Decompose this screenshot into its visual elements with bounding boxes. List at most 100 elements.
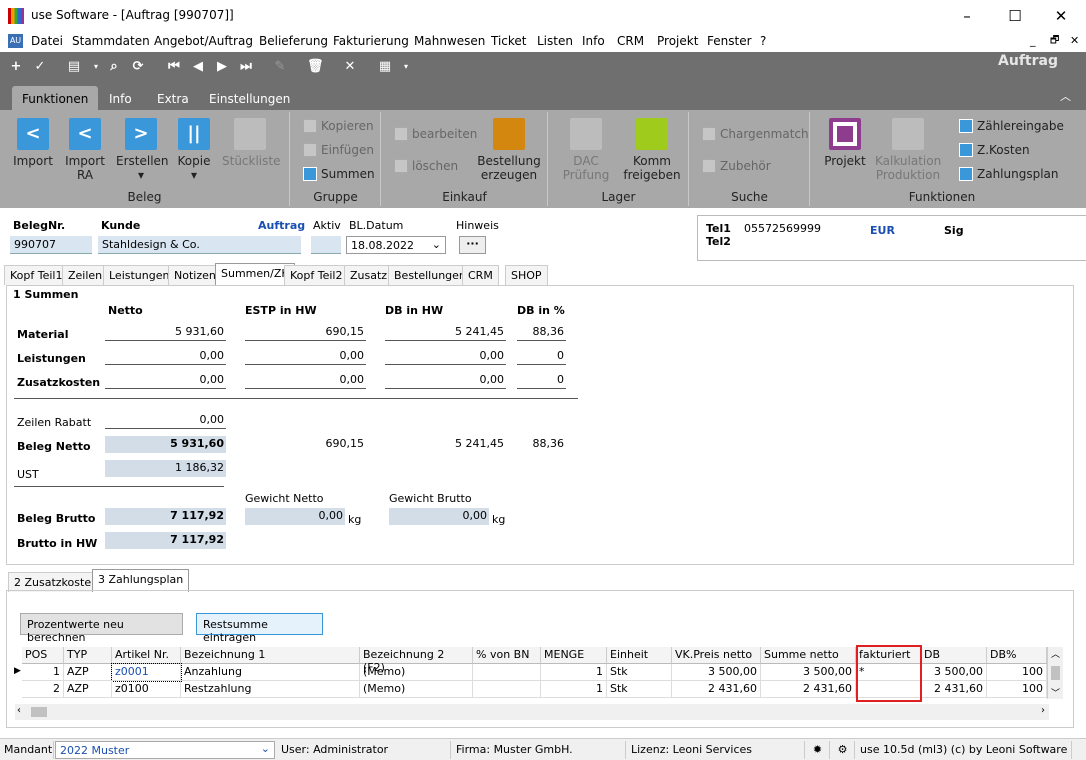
prozent-neu-button[interactable]: Prozentwerte neu berechnen [20,613,183,644]
mdi-minimize-button[interactable]: _ [1030,34,1036,47]
menu-item-listen[interactable]: Listen [537,34,573,48]
tab-zusatz[interactable]: Zusatz [344,265,394,285]
tab-zahlungsplan[interactable]: 3 Zahlungsplan [92,569,190,592]
tab-info[interactable]: Info [99,86,142,110]
grid-cell[interactable]: 1 [541,681,607,698]
grid-cell[interactable]: Anzahlung [181,664,360,681]
sum-dbp-cell[interactable]: 0 [517,372,566,389]
sum-netto-cell[interactable]: 0,00 [105,372,226,389]
mandant-select[interactable]: 2022 Muster ⌄ [55,741,275,759]
menu-item-info[interactable]: Info [582,34,605,48]
bug-icon[interactable]: ✹ [806,741,830,759]
tab-summen-zk[interactable]: Summen/ZK [215,263,295,286]
projekt-button[interactable]: Projekt [823,118,867,168]
menu-item-ticket[interactable]: Ticket [491,34,527,48]
menu-item-fakturierung[interactable]: Fakturierung [333,34,409,48]
belegnr-field[interactable]: 990707 [10,236,92,254]
grid-cell[interactable]: z0001 [111,663,182,682]
grid-cell[interactable]: 100 [987,664,1047,681]
grid-cell[interactable]: 2 [22,681,64,698]
minimize-button[interactable]: – [957,6,977,26]
menu-item-crm[interactable]: CRM [617,34,644,48]
tab-einstellungen[interactable]: Einstellungen [199,86,300,110]
zaehlereingabe-button[interactable]: Zählereingabe [957,116,1064,136]
restsumme-button[interactable]: Restsumme eintragen [196,613,323,644]
grid-cell[interactable]: Stk [607,681,672,698]
zahlungsplan-button[interactable]: Zahlungsplan [957,164,1059,184]
grid-header--von-bn[interactable]: % von BN [473,647,541,664]
horizontal-scrollbar[interactable]: ‹ › [15,704,1049,720]
search-icon[interactable]: ⌕ [106,59,122,75]
tab-leistungen[interactable]: Leistungen [103,265,176,285]
network-icon[interactable]: ⚙ [831,741,855,759]
grid-header-db[interactable]: DB% [987,647,1047,664]
grid-cell[interactable]: z0100 [112,681,181,698]
sum-dbp-cell[interactable]: 88,36 [517,324,566,341]
menu-item-belieferung[interactable]: Belieferung [259,34,328,48]
grid-cell[interactable]: 2 431,60 [672,681,761,698]
check-icon[interactable]: ✓ [32,59,48,75]
grid-cell[interactable]: Stk [607,664,672,681]
collapse-ribbon-icon[interactable]: ︿ [1060,88,1071,104]
sum-estp-cell[interactable]: 690,15 [245,324,366,341]
import-button[interactable]: < Import [12,118,54,168]
chevron-down-icon[interactable]: ⌄ [432,238,441,251]
zeilen-rabatt-value[interactable]: 0,00 [105,412,226,429]
grid-header-db[interactable]: DB [921,647,987,664]
bestellung-erzeugen-button[interactable]: Bestellung erzeugen [474,118,544,182]
refresh-icon[interactable]: ⟳ [130,59,146,75]
grid-cell[interactable]: Restzahlung [181,681,360,698]
grid-header-artikel-nr[interactable]: Artikel Nr. [112,647,181,664]
tab-crm[interactable]: CRM [462,265,499,285]
tab-shop[interactable]: SHOP [505,265,548,285]
sum-dbp-cell[interactable]: 0 [517,348,566,365]
grid-cell[interactable]: 100 [987,681,1047,698]
sum-db-cell[interactable]: 5 241,45 [385,324,506,341]
tab-notizen[interactable]: Notizen [168,265,222,285]
grid-cell[interactable]: 2 431,60 [921,681,987,698]
grid-header-bezeichnung-1[interactable]: Bezeichnung 1 [181,647,360,664]
grid-header-summe-netto[interactable]: Summe netto [761,647,856,664]
grid-cell[interactable]: (Memo) [360,664,473,681]
tab-zusatzkosten[interactable]: 2 Zusatzkosten [8,572,105,592]
tab-kopf-teil2[interactable]: Kopf Teil2 [284,265,349,285]
grid-cell[interactable]: AZP [64,664,112,681]
vertical-scrollbar[interactable]: ︿ ﹀ [1047,647,1063,699]
grid-cell[interactable] [473,664,541,681]
dropdown-arrow-icon[interactable]: ▾ [398,59,414,75]
sum-estp-cell[interactable]: 0,00 [245,372,366,389]
trash-icon[interactable]: 🗑 [307,59,324,75]
komm-freigeben-button[interactable]: Komm freigeben [621,118,683,182]
grid-cell[interactable]: AZP [64,681,112,698]
menu-item-mahnwesen[interactable]: Mahnwesen [414,34,485,48]
menu-item-datei[interactable]: Datei [31,34,63,48]
last-record-icon[interactable]: ⏭ [238,59,254,75]
tab-extra[interactable]: Extra [147,86,199,110]
mdi-restore-button[interactable]: 🗗 [1050,33,1059,50]
zkosten-button[interactable]: Z.Kosten [957,140,1030,160]
menu-item-projekt[interactable]: Projekt [657,34,698,48]
document-icon[interactable]: AU [8,34,23,48]
grid-header-bezeichnung-2-f2[interactable]: Bezeichnung 2 (F2) [360,647,473,674]
sum-db-cell[interactable]: 0,00 [385,372,506,389]
tab-zeilen[interactable]: Zeilen [62,265,109,285]
datum-field[interactable]: 18.08.2022 ⌄ [346,236,446,254]
grid-icon[interactable]: ▦ [377,59,393,75]
grid-cell[interactable]: (Memo) [360,681,473,698]
next-record-icon[interactable]: ▶ [214,59,230,75]
import-ra-button[interactable]: < Import RA [64,118,106,182]
grid-cell[interactable]: 1 [22,664,64,681]
sum-db-cell[interactable]: 0,00 [385,348,506,365]
tab-bestellungen[interactable]: Bestellungen [388,265,472,285]
kopie-button[interactable]: || Kopie ▾ [172,118,216,182]
grid-header-einheit[interactable]: Einheit [607,647,672,664]
menu-item--[interactable]: ? [760,34,766,48]
grid-cell[interactable]: 2 431,60 [761,681,856,698]
prev-record-icon[interactable]: ◀ [190,59,206,75]
sum-estp-cell[interactable]: 0,00 [245,348,366,365]
tab-funktionen[interactable]: Funktionen [12,86,99,110]
erstellen-button[interactable]: > Erstellen ▾ [116,118,169,182]
sum-netto-cell[interactable]: 5 931,60 [105,324,226,341]
hinweis-button[interactable]: ··· [459,236,486,254]
plus-icon[interactable]: + [8,59,24,75]
